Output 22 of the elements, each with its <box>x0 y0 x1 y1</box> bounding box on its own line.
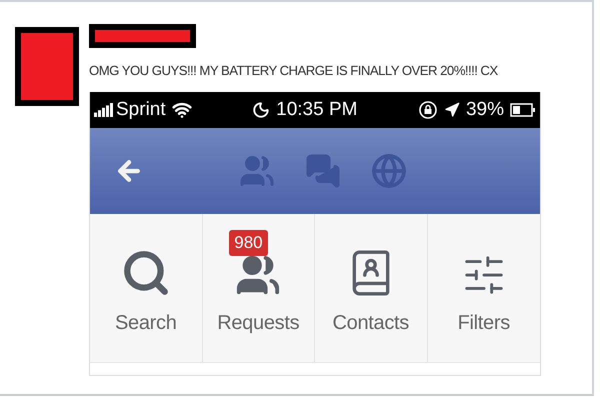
battery-icon <box>510 103 536 117</box>
shortcut-label: Search <box>114 312 177 334</box>
clock-time: 10:35 PM <box>276 99 358 121</box>
count-badge: 980 <box>229 230 268 256</box>
wifi-icon <box>172 100 192 120</box>
shortcut-tile[interactable]: Filters <box>428 214 540 362</box>
signal-icon <box>94 103 114 117</box>
friends-icon[interactable] <box>239 153 275 189</box>
shortcut-tile[interactable]: 980 Requests <box>202 214 315 362</box>
shortcut-tile[interactable]: Search <box>90 214 202 362</box>
post-text: OMG YOU GUYS!!! MY BATTERY CHARGE IS FINALLY OVER 20%!!!! CX <box>89 63 499 78</box>
rotation-lock-icon <box>418 100 438 120</box>
moon-icon <box>252 101 270 119</box>
shortcut-label: Contacts <box>332 312 410 334</box>
carrier-name: Sprint <box>116 99 166 121</box>
shortcut-tile[interactable]: Contacts <box>315 214 428 362</box>
location-arrow-icon <box>444 102 460 118</box>
battery-percent: 39% <box>466 99 504 121</box>
shortcut-label: Requests <box>217 312 300 334</box>
messages-icon[interactable] <box>305 153 341 189</box>
shortcut-label: Filters <box>458 312 510 334</box>
globe-icon[interactable] <box>371 153 407 189</box>
